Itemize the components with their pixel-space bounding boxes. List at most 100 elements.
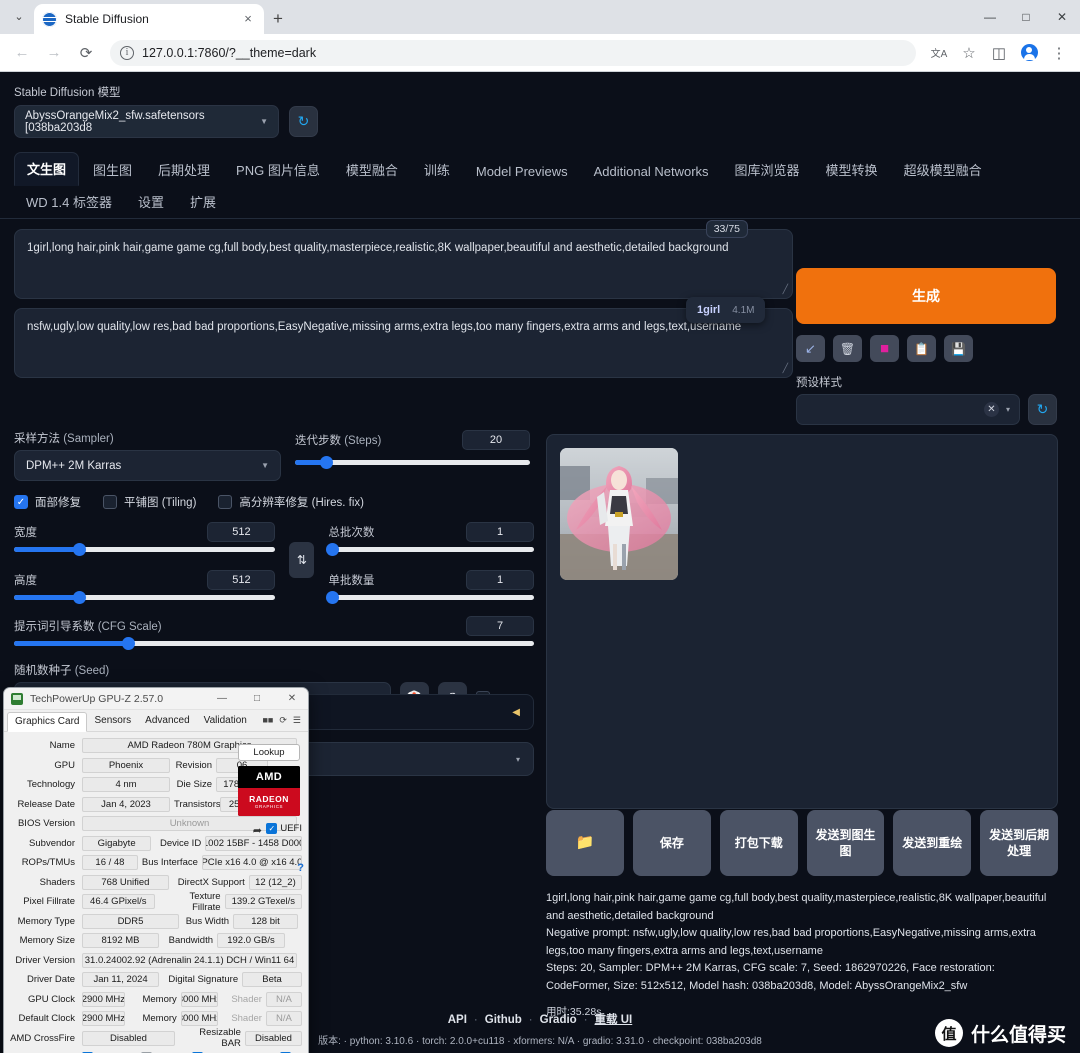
save-icon[interactable]: 💾: [944, 335, 973, 362]
maximize-icon[interactable]: □: [1008, 0, 1044, 34]
site-info-icon[interactable]: i: [120, 45, 134, 60]
address-bar[interactable]: i 127.0.0.1:7860/?__theme=dark: [110, 39, 916, 66]
save-button[interactable]: 保存: [633, 810, 711, 876]
width-value[interactable]: 512: [207, 522, 276, 542]
side-panel-icon[interactable]: ◫: [986, 40, 1012, 66]
batch-size-value[interactable]: 1: [466, 570, 534, 590]
app-tab-2[interactable]: 后期处理: [146, 154, 222, 186]
height-value[interactable]: 512: [207, 570, 276, 590]
height-slider[interactable]: [14, 591, 276, 604]
new-tab-button[interactable]: +: [264, 5, 292, 33]
footer-link-1[interactable]: Github: [485, 1014, 522, 1026]
sampler-dropdown[interactable]: DPM++ 2M Karras ▼: [14, 450, 281, 481]
refresh-icon[interactable]: ⟳: [279, 715, 287, 726]
gpuz-window[interactable]: TechPowerUp GPU-Z 2.57.0 — □ ✕ Graphics …: [3, 687, 309, 1053]
batch-count-value[interactable]: 1: [466, 522, 534, 542]
gpuz-tab-2[interactable]: Advanced: [138, 712, 196, 730]
styles-dropdown[interactable]: ✕ ▾: [796, 394, 1020, 425]
gpuz-title-bar[interactable]: TechPowerUp GPU-Z 2.57.0 — □ ✕: [4, 688, 308, 710]
app-tab-6[interactable]: Model Previews: [464, 158, 580, 186]
window-close-icon[interactable]: ✕: [1044, 0, 1080, 34]
camera-icon[interactable]: ■■: [263, 715, 274, 726]
app-tab-13[interactable]: 扩展: [178, 186, 228, 218]
app-tab-5[interactable]: 训练: [412, 154, 462, 186]
steps-slider[interactable]: [295, 456, 530, 469]
batch-count-slider[interactable]: [326, 543, 534, 556]
zip-download-button[interactable]: 打包下载: [719, 810, 798, 876]
gpuz-clock-v1-1: 2900 MHz: [82, 1011, 125, 1027]
gpuz-close-icon[interactable]: ✕: [278, 688, 306, 710]
model-dropdown[interactable]: AbyssOrangeMix2_sfw.safetensors [038ba20…: [14, 105, 279, 138]
footer-link-2[interactable]: Gradio: [540, 1014, 577, 1026]
resize-grip-icon[interactable]: ╱: [783, 362, 788, 375]
footer-link-0[interactable]: API: [448, 1014, 467, 1026]
generated-image-thumbnail[interactable]: [560, 448, 678, 580]
negative-prompt-input[interactable]: nsfw,ugly,low quality,low res,bad bad pr…: [14, 308, 793, 378]
result-gallery[interactable]: [546, 434, 1058, 809]
app-tab-10[interactable]: 超级模型融合: [892, 154, 994, 186]
reload-icon[interactable]: ⟳: [72, 39, 100, 67]
app-tab-12[interactable]: 设置: [126, 186, 176, 218]
gpuz-label2-7: DirectX Support: [177, 876, 245, 888]
browser-toolbar: ← → ⟳ i 127.0.0.1:7860/?__theme=dark 文A …: [0, 34, 1080, 72]
clipboard-icon[interactable]: 📋: [907, 335, 936, 362]
minimize-icon[interactable]: —: [972, 0, 1008, 34]
gpuz-tab-1[interactable]: Sensors: [87, 712, 138, 730]
uefi-checkbox[interactable]: ✓ UEFI: [266, 823, 302, 834]
app-tab-11[interactable]: WD 1.4 标签器: [14, 186, 124, 218]
app-tab-8[interactable]: 图库浏览器: [723, 154, 812, 186]
send-to-img2img-button[interactable]: 发送到图生图: [806, 810, 885, 876]
gpuz-minimize-icon[interactable]: —: [208, 688, 236, 710]
chevron-down-icon: ▼: [261, 461, 269, 470]
checkbox-1[interactable]: 平铺图 (Tiling): [103, 494, 196, 510]
gpuz-lookup-button[interactable]: Lookup: [238, 744, 300, 761]
gpuz-value-5: Gigabyte: [82, 835, 152, 851]
app-tab-4[interactable]: 模型融合: [334, 154, 410, 186]
gpuz-title-text: TechPowerUp GPU-Z 2.57.0: [30, 692, 164, 705]
refresh-model-button[interactable]: ↻: [289, 106, 318, 137]
check-icon: ✓: [14, 495, 28, 509]
gpuz-tab-0[interactable]: Graphics Card: [7, 711, 88, 732]
batch-size-slider[interactable]: [326, 591, 534, 604]
close-icon[interactable]: ×: [240, 11, 256, 27]
cfg-value[interactable]: 7: [466, 616, 534, 636]
bookmark-star-icon[interactable]: ☆: [956, 40, 982, 66]
app-tab-3[interactable]: PNG 图片信息: [224, 154, 332, 186]
arrow-down-left-icon[interactable]: ↙: [796, 335, 825, 362]
tab-list-chevron-icon[interactable]: ⌄: [4, 1, 34, 31]
checkbox-0[interactable]: ✓ 面部修复: [14, 494, 81, 510]
palette-icon[interactable]: ■: [870, 335, 899, 362]
app-tab-9[interactable]: 模型转换: [814, 154, 890, 186]
avatar[interactable]: [1016, 40, 1042, 66]
browser-tab[interactable]: Stable Diffusion ×: [34, 4, 264, 34]
app-tab-0[interactable]: 文生图: [14, 152, 80, 186]
cfg-slider[interactable]: [14, 637, 534, 650]
autocomplete-popup[interactable]: 1girl 4.1M: [686, 297, 766, 323]
back-icon[interactable]: ←: [8, 39, 36, 67]
checkbox-2[interactable]: 高分辨率修复 (Hires. fix): [218, 494, 364, 510]
gpuz-maximize-icon[interactable]: □: [243, 688, 271, 710]
translate-icon[interactable]: 文A: [926, 40, 952, 66]
gpuz-clock-label-0: GPU Clock: [28, 993, 75, 1005]
refresh-styles-button[interactable]: ↻: [1028, 394, 1057, 425]
positive-prompt-input[interactable]: 1girl,long hair,pink hair,game game cg,f…: [14, 229, 793, 299]
send-to-inpaint-button[interactable]: 发送到重绘: [893, 810, 972, 876]
width-slider[interactable]: [14, 543, 276, 556]
app-tab-7[interactable]: Additional Networks: [582, 158, 721, 186]
open-folder-button[interactable]: 📁: [546, 810, 624, 876]
gpuz-tab-3[interactable]: Validation: [197, 712, 254, 730]
app-tab-1[interactable]: 图生图: [81, 154, 144, 186]
resize-grip-icon[interactable]: ╱: [783, 283, 788, 296]
send-to-extras-button[interactable]: 发送到后期处理: [980, 810, 1058, 876]
clear-icon[interactable]: ✕: [983, 402, 999, 417]
browser-menu-icon[interactable]: ⋮: [1046, 40, 1072, 66]
footer-link-3[interactable]: 重载 UI: [595, 1014, 633, 1026]
swap-dimensions-button[interactable]: ⇅: [289, 542, 315, 578]
generate-button[interactable]: 生成: [796, 268, 1056, 324]
forward-icon[interactable]: →: [40, 39, 68, 67]
help-icon[interactable]: ?: [297, 862, 304, 874]
steps-value[interactable]: 20: [462, 430, 530, 450]
trash-icon[interactable]: 🗑: [833, 335, 862, 362]
share-icon[interactable]: ➦: [253, 824, 262, 837]
menu-icon[interactable]: ☰: [293, 715, 301, 726]
